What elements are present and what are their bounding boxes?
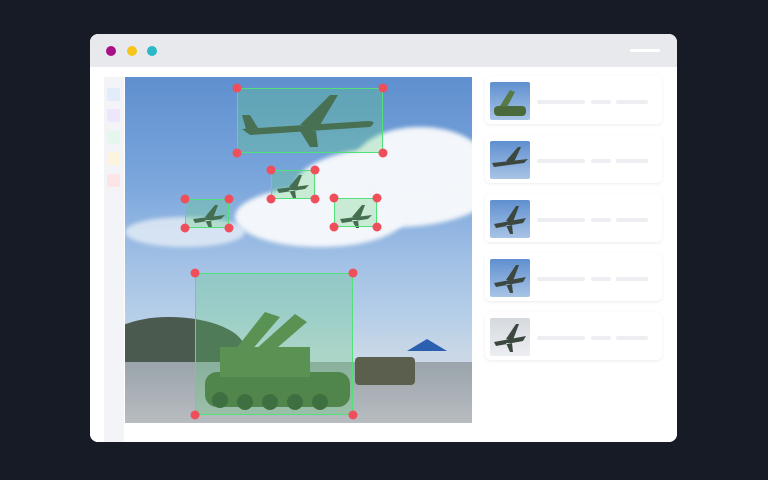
tool-swatch-green[interactable]: [107, 131, 120, 144]
tool-swatch-blue[interactable]: [107, 88, 120, 101]
resize-handle[interactable]: [348, 410, 358, 420]
bbox-aircraft-1[interactable]: [237, 88, 383, 153]
text-placeholder: [616, 277, 648, 281]
resize-handle[interactable]: [310, 165, 320, 175]
text-placeholder: [537, 277, 585, 281]
aircraft-icon: [492, 147, 528, 167]
resize-handle[interactable]: [372, 222, 382, 232]
tool-swatch-purple[interactable]: [107, 109, 120, 122]
text-placeholder: [616, 159, 648, 163]
close-dot[interactable]: [106, 46, 116, 56]
resize-handle[interactable]: [329, 222, 339, 232]
tool-swatch-yellow[interactable]: [107, 152, 120, 165]
resize-handle[interactable]: [232, 83, 242, 93]
aircraft-icon: [494, 265, 526, 293]
resize-handle[interactable]: [329, 193, 339, 203]
result-thumbnail: [490, 318, 530, 356]
aircraft-icon: [494, 206, 526, 234]
resize-handle[interactable]: [232, 148, 242, 158]
bbox-aircraft-4[interactable]: [334, 198, 377, 227]
vehicle: [355, 357, 415, 385]
resize-handle[interactable]: [190, 268, 200, 278]
resize-handle[interactable]: [224, 194, 234, 204]
text-placeholder: [616, 218, 648, 222]
title-bar: [90, 34, 677, 67]
bbox-aircraft-2[interactable]: [271, 170, 315, 199]
resize-handle[interactable]: [378, 83, 388, 93]
minimize-dot[interactable]: [127, 46, 137, 56]
text-placeholder: [537, 336, 585, 340]
text-placeholder: [591, 277, 611, 281]
tool-sidebar: [104, 77, 124, 442]
resize-handle[interactable]: [266, 194, 276, 204]
text-placeholder: [591, 218, 611, 222]
result-thumbnail: [490, 200, 530, 238]
resize-handle[interactable]: [348, 268, 358, 278]
text-placeholder: [537, 159, 585, 163]
text-placeholder: [537, 100, 585, 104]
text-placeholder: [616, 336, 648, 340]
text-placeholder: [591, 336, 611, 340]
text-placeholder: [537, 218, 585, 222]
resize-handle[interactable]: [180, 194, 190, 204]
resize-handle[interactable]: [224, 223, 234, 233]
maximize-dot[interactable]: [147, 46, 157, 56]
aircraft-icon: [494, 324, 526, 352]
result-thumbnail: [490, 259, 530, 297]
result-card[interactable]: [485, 135, 662, 183]
tool-swatch-red[interactable]: [107, 174, 120, 187]
result-card[interactable]: [485, 253, 662, 301]
result-card[interactable]: [485, 76, 662, 124]
app-window: [90, 34, 677, 442]
annotation-canvas[interactable]: [125, 77, 472, 423]
result-thumbnail: [490, 141, 530, 179]
bbox-tank[interactable]: [195, 273, 353, 415]
resize-handle[interactable]: [378, 148, 388, 158]
menu-icon[interactable]: [630, 49, 660, 52]
resize-handle[interactable]: [310, 194, 320, 204]
resize-handle[interactable]: [190, 410, 200, 420]
tank-icon: [494, 90, 526, 116]
resize-handle[interactable]: [180, 223, 190, 233]
result-card[interactable]: [485, 312, 662, 360]
result-thumbnail: [490, 82, 530, 120]
resize-handle[interactable]: [266, 165, 276, 175]
text-placeholder: [591, 100, 611, 104]
bbox-aircraft-3[interactable]: [185, 199, 229, 228]
result-card[interactable]: [485, 194, 662, 242]
text-placeholder: [591, 159, 611, 163]
text-placeholder: [616, 100, 648, 104]
resize-handle[interactable]: [372, 193, 382, 203]
